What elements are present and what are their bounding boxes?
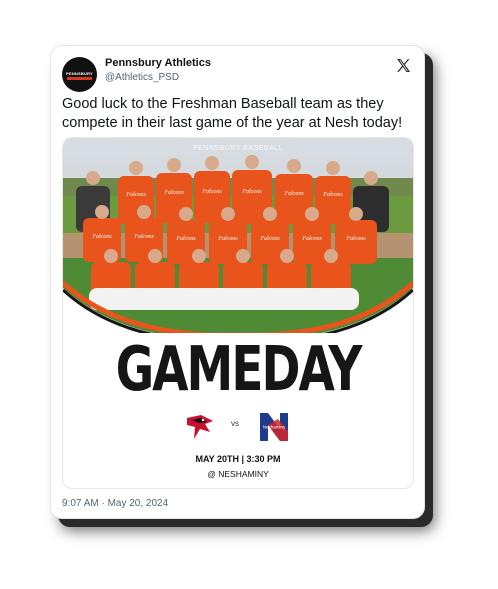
jersey-lettering: Falcons	[301, 236, 322, 242]
x-logo-icon[interactable]	[395, 57, 412, 74]
jersey-lettering: Falcons	[91, 234, 112, 240]
jersey-lettering: Falcons	[163, 190, 184, 196]
tweet-text: Good luck to the Freshman Baseball team …	[62, 96, 403, 131]
jersey-lettering: Falcons	[175, 236, 196, 242]
tweet-card[interactable]: PENNSBURY Pennsbury Athletics @Athletics…	[50, 45, 425, 519]
jersey-lettering: Falcons	[322, 192, 343, 198]
author-name[interactable]: Pennsbury Athletics	[105, 57, 211, 69]
jersey-lettering: Falcons	[217, 236, 238, 242]
author-handle[interactable]: @Athletics_PSD	[105, 72, 179, 83]
falcon-logo-icon	[187, 415, 213, 439]
team-photo: Falcons Falcons Falcons Falcons Falcons Falco…	[63, 138, 413, 333]
jersey-lettering: Falcons	[345, 236, 366, 242]
gameday-headline: GAMEDAY	[115, 334, 363, 406]
photo-watermark: PENNSBURY BASEBALL	[192, 145, 284, 152]
game-date-time: MAY 20TH | 3:30 PM	[195, 454, 281, 464]
jersey-lettering: Falcons	[133, 234, 154, 240]
neshaminy-logo-text: Neshaminy	[263, 425, 286, 430]
avatar-logo-text: PENNSBURY	[66, 71, 93, 76]
jersey-lettering: Falcons	[259, 236, 280, 242]
game-venue: @ NESHAMINY	[207, 469, 269, 479]
jersey-lettering: Falcons	[125, 192, 146, 198]
avatar-logo-bar	[67, 77, 92, 80]
tweet-timestamp[interactable]: 9:07 AM · May 20, 2024	[62, 498, 168, 509]
neshaminy-logo-icon: Neshaminy	[260, 413, 288, 441]
jersey-lettering: Falcons	[241, 189, 262, 195]
tweet-media-image[interactable]: Falcons Falcons Falcons Falcons Falcons Falco…	[62, 137, 414, 489]
versus-label: vs	[231, 419, 239, 428]
author-avatar[interactable]: PENNSBURY	[62, 57, 97, 92]
jersey-lettering: Falcons	[201, 189, 222, 195]
jersey-lettering: Falcons	[283, 191, 304, 197]
